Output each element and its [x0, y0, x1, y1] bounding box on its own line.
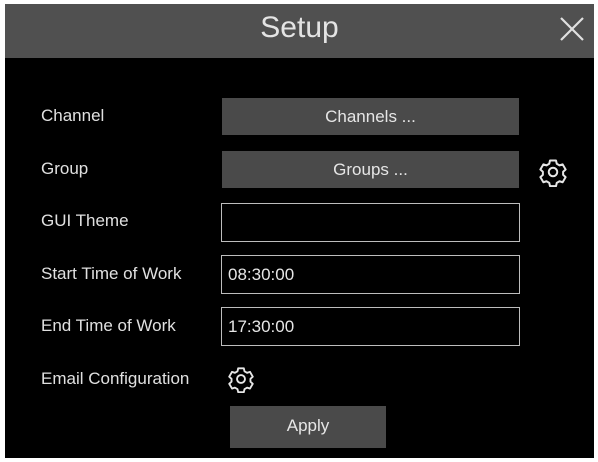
start-time-label: Start Time of Work	[41, 264, 182, 283]
groups-button[interactable]: Groups ...	[222, 151, 519, 188]
email-settings-gear-icon[interactable]	[227, 365, 255, 393]
gui-theme-field[interactable]	[221, 203, 520, 242]
email-configuration-label: Email Configuration	[41, 369, 190, 388]
channels-button[interactable]: Channels ...	[222, 98, 519, 135]
start-time-field[interactable]: 08:30:00	[221, 255, 520, 294]
title-bar: Setup	[5, 4, 594, 58]
end-time-label: End Time of Work	[41, 316, 176, 335]
apply-button[interactable]: Apply	[230, 406, 386, 448]
setup-dialog: Setup Channel Channels ... Group Groups …	[5, 4, 594, 458]
group-settings-gear-icon[interactable]	[538, 157, 568, 187]
end-time-field[interactable]: 17:30:00	[221, 307, 520, 346]
channel-label: Channel	[41, 106, 105, 125]
gui-theme-label: GUI Theme	[41, 211, 129, 230]
close-icon[interactable]	[557, 14, 587, 44]
dialog-title: Setup	[260, 11, 339, 44]
group-label: Group	[41, 159, 89, 178]
